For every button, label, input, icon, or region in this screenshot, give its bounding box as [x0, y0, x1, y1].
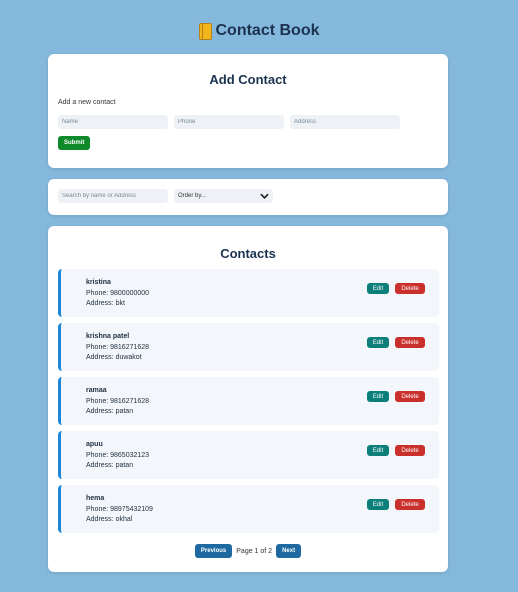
contact-phone: Phone: 9816271628 [86, 397, 150, 405]
contact-phone: Phone: 9816271628 [86, 343, 150, 351]
list-item: apuu Phone: 9865032123 Address: patan Ed… [58, 431, 439, 479]
search-input[interactable] [58, 189, 168, 203]
list-item: ramaa Phone: 9816271628 Address: patan E… [58, 377, 439, 425]
order-by-select[interactable]: Order by... [174, 189, 273, 203]
contact-address: Address: bkt [86, 300, 125, 307]
previous-button[interactable]: Previous [194, 544, 233, 558]
contact-address: Address: duwakot [86, 354, 142, 361]
contact-info: kristina Phone: 9800000000 Address: bkt [86, 278, 149, 310]
add-contact-subtext: Add a new contact [58, 99, 116, 106]
contacts-heading: Contacts [220, 246, 276, 261]
contact-info: apuu Phone: 9865032123 Address: patan [86, 440, 149, 472]
page-title: Contact Book [0, 22, 518, 40]
contact-info: hema Phone: 98975432109 Address: okhal [86, 494, 153, 526]
delete-button[interactable]: Delete [395, 499, 425, 510]
add-contact-heading: Add Contact [209, 72, 287, 87]
edit-button[interactable]: Edit [367, 337, 389, 348]
filter-card: Order by... [48, 179, 448, 215]
phone-input[interactable] [174, 115, 284, 129]
list-item: krishna patel Phone: 9816271628 Address:… [58, 323, 439, 371]
edit-button[interactable]: Edit [367, 499, 389, 510]
add-contact-card: Add Contact Add a new contact Submit [48, 54, 448, 168]
name-input[interactable] [58, 115, 168, 129]
list-item: kristina Phone: 9800000000 Address: bkt … [58, 269, 439, 317]
contact-actions: Edit Delete [367, 445, 425, 456]
page-indicator: Page 1 of 2 [236, 547, 273, 555]
contact-info: ramaa Phone: 9816271628 Address: patan [86, 386, 149, 418]
contact-phone: Phone: 9865032123 [86, 451, 150, 459]
contact-info: krishna patel Phone: 9816271628 Address:… [86, 332, 149, 364]
contact-phone: Phone: 98975432109 [86, 505, 153, 513]
page-title-text: Contact Book [215, 22, 320, 39]
contact-name: apuu [86, 441, 103, 448]
delete-button[interactable]: Delete [395, 445, 425, 456]
list-item: hema Phone: 98975432109 Address: okhal E… [58, 485, 439, 533]
filter-row: Order by... [58, 189, 448, 203]
contact-actions: Edit Delete [367, 337, 425, 348]
contact-address: Address: patan [86, 408, 134, 415]
pagination: Previous Page 1 of 2 Next [48, 544, 448, 558]
edit-button[interactable]: Edit [367, 391, 389, 402]
delete-button[interactable]: Delete [395, 283, 425, 294]
contacts-card: Contacts kristina Phone: 9800000000 Addr… [48, 226, 448, 572]
contact-actions: Edit Delete [367, 283, 425, 294]
contact-name: kristina [86, 279, 111, 286]
contact-address: Address: okhal [86, 516, 133, 523]
chevron-down-icon [260, 193, 269, 199]
add-contact-fields [58, 115, 448, 129]
book-icon [198, 22, 212, 40]
order-by-label: Order by... [178, 193, 206, 199]
contact-list: kristina Phone: 9800000000 Address: bkt … [58, 269, 439, 539]
contact-name: hema [86, 495, 105, 502]
delete-button[interactable]: Delete [395, 337, 425, 348]
contact-actions: Edit Delete [367, 499, 425, 510]
submit-button[interactable]: Submit [58, 136, 91, 150]
contact-address: Address: patan [86, 462, 134, 469]
contact-name: ramaa [86, 387, 107, 394]
delete-button[interactable]: Delete [395, 391, 425, 402]
edit-button[interactable]: Edit [367, 283, 389, 294]
contact-actions: Edit Delete [367, 391, 425, 402]
address-input[interactable] [290, 115, 400, 129]
contact-phone: Phone: 9800000000 [86, 289, 150, 297]
contact-name: krishna patel [86, 333, 130, 340]
next-button[interactable]: Next [276, 544, 302, 558]
edit-button[interactable]: Edit [367, 445, 389, 456]
